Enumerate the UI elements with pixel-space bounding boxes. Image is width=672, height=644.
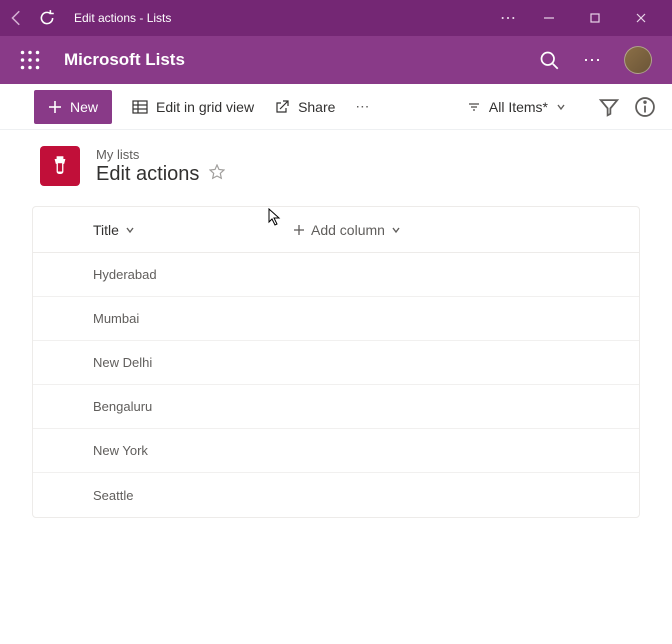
favorite-star-icon[interactable]: [209, 163, 225, 186]
column-header-row: Title Add column: [33, 207, 639, 253]
share-button[interactable]: Share: [274, 99, 335, 115]
maximize-button[interactable]: [572, 0, 618, 36]
view-selector-label: All Items*: [489, 99, 548, 115]
app-bar: Microsoft Lists ⋯: [0, 36, 672, 84]
new-button[interactable]: New: [34, 90, 112, 124]
column-header-title[interactable]: Title: [93, 222, 293, 238]
edit-grid-button[interactable]: Edit in grid view: [132, 99, 254, 115]
view-selector[interactable]: All Items*: [467, 99, 566, 115]
chevron-down-icon: [391, 225, 401, 235]
list-row[interactable]: Mumbai: [33, 297, 639, 341]
row-title: Hyderabad: [93, 267, 157, 282]
list-row[interactable]: Bengaluru: [33, 385, 639, 429]
list-row[interactable]: Hyderabad: [33, 253, 639, 297]
list-title: Edit actions: [96, 163, 199, 186]
window-title: Edit actions - Lists: [74, 11, 171, 25]
search-icon[interactable]: [539, 50, 559, 70]
list-row[interactable]: New Delhi: [33, 341, 639, 385]
list-header: My lists Edit actions: [0, 130, 672, 206]
refresh-icon[interactable]: [38, 9, 56, 27]
minimize-button[interactable]: [526, 0, 572, 36]
back-icon[interactable]: [8, 9, 26, 27]
settings-overflow-icon[interactable]: ⋯: [583, 50, 602, 71]
list-row[interactable]: Seattle: [33, 473, 639, 517]
window-titlebar: Edit actions - Lists ⋯: [0, 0, 672, 36]
mouse-cursor-icon: [268, 208, 282, 231]
app-launcher-icon[interactable]: [20, 50, 40, 70]
list-icon: [40, 146, 80, 186]
chevron-down-icon: [125, 225, 135, 235]
add-column-button[interactable]: Add column: [293, 222, 401, 238]
list-panel: Title Add column Hyderabad Mumbai New De…: [32, 206, 640, 518]
new-button-label: New: [70, 99, 98, 115]
command-bar: New Edit in grid view Share ⋯ All Items*: [0, 84, 672, 130]
breadcrumb[interactable]: My lists: [96, 147, 225, 162]
add-column-label: Add column: [311, 222, 385, 238]
close-button[interactable]: [618, 0, 664, 36]
row-title: Bengaluru: [93, 399, 152, 414]
share-label: Share: [298, 99, 335, 115]
row-title: Mumbai: [93, 311, 139, 326]
filter-icon[interactable]: [598, 96, 620, 118]
edit-grid-label: Edit in grid view: [156, 99, 254, 115]
row-title: Seattle: [93, 488, 133, 503]
row-title: New Delhi: [93, 355, 152, 370]
list-row[interactable]: New York: [33, 429, 639, 473]
titlebar-overflow-icon[interactable]: ⋯: [490, 8, 526, 28]
app-title: Microsoft Lists: [64, 50, 539, 70]
info-icon[interactable]: [634, 96, 656, 118]
row-title: New York: [93, 443, 148, 458]
chevron-down-icon: [556, 102, 566, 112]
column-title-label: Title: [93, 222, 119, 238]
command-overflow-icon[interactable]: ⋯: [355, 98, 369, 115]
user-avatar[interactable]: [624, 46, 652, 74]
